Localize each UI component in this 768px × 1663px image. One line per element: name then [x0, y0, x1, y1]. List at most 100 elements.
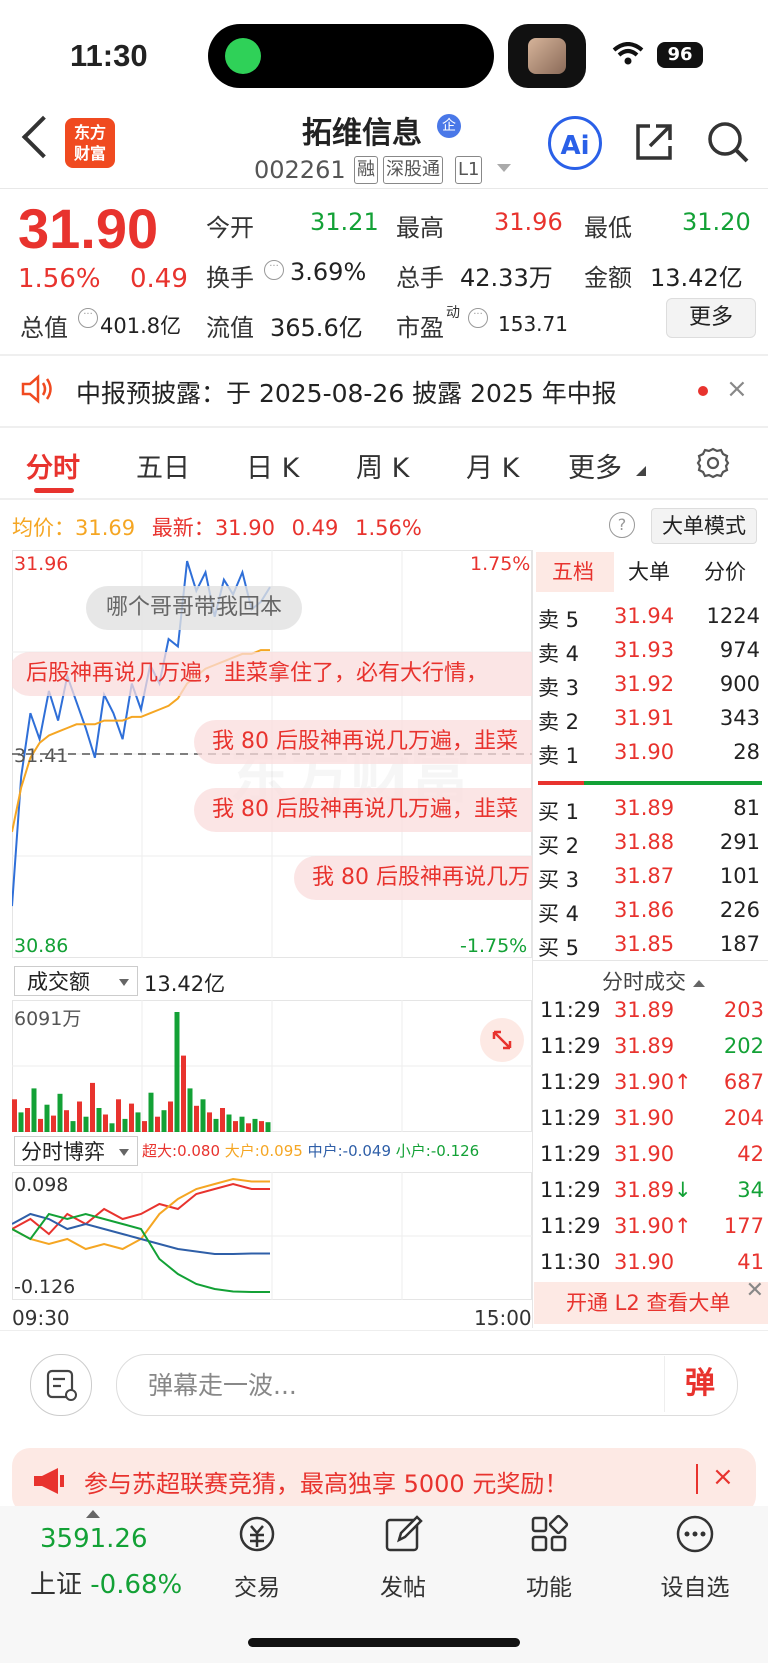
chevron-up-icon[interactable]: [86, 1510, 100, 1518]
bid-label: 买 3: [538, 868, 580, 892]
bid-volume: 101: [719, 864, 760, 888]
tick-volume: 204: [723, 1106, 764, 1130]
ask-row: 卖 1 31.90 28: [538, 740, 760, 774]
gear-icon[interactable]: [696, 446, 730, 480]
volume-bar: [265, 1122, 271, 1132]
tab-five-levels[interactable]: 五档: [552, 556, 594, 586]
tick-volume: 177: [723, 1214, 764, 1238]
wifi-icon: [612, 42, 644, 65]
volume-bar: [77, 1101, 82, 1132]
volume-bar: [148, 1092, 154, 1132]
help-icon[interactable]: ?: [609, 512, 635, 538]
close-icon[interactable]: ✕: [746, 1270, 764, 1312]
avg-label: 均价：: [12, 516, 75, 540]
game-series-line: [12, 1212, 270, 1255]
volume-bar: [181, 1055, 186, 1132]
volume-bar: [213, 1118, 219, 1132]
bid-label: 买 1: [538, 800, 580, 824]
volume-bar: [187, 1088, 193, 1132]
tag-level: L1: [455, 156, 483, 184]
legend-label: 大户:: [224, 1142, 260, 1160]
current-price: 31.90: [18, 197, 159, 260]
ask-price: 31.92: [614, 672, 675, 696]
grid-icon: [531, 1514, 569, 1552]
volume-bar: [18, 1112, 24, 1132]
nav-functions[interactable]: 功能: [494, 1514, 604, 1602]
volume-metric-select[interactable]: 成交额: [14, 966, 138, 996]
volume-bar: [220, 1108, 225, 1132]
latest-label: 最新：: [151, 516, 215, 540]
nav-post[interactable]: 发帖: [348, 1514, 458, 1602]
bid-row: 买 2 31.88 291: [538, 830, 760, 864]
notice-text[interactable]: 中报预披露：于 2025-08-26 披露 2025 年中报: [76, 374, 617, 410]
game-metric-select[interactable]: 分时博弈: [14, 1136, 138, 1166]
info-icon[interactable]: ···: [264, 260, 284, 280]
tick-time: 11:29: [540, 1178, 601, 1202]
share-icon[interactable]: [634, 122, 674, 162]
tab-monthly-k[interactable]: 月 K: [466, 446, 519, 485]
volume-bar: [174, 1012, 180, 1132]
bid-label: 买 5: [538, 936, 580, 960]
back-icon[interactable]: [21, 115, 65, 159]
tab-indicator: [34, 488, 74, 493]
ask-price: 31.93: [614, 638, 675, 662]
tab-weekly-k[interactable]: 周 K: [356, 446, 409, 485]
ask-volume: 28: [733, 740, 760, 764]
ask-row: 卖 3 31.92 900: [538, 672, 760, 706]
danmu-bubble[interactable]: 哪个哥哥带我回本: [86, 586, 303, 630]
logo-text: 东方财富: [73, 123, 106, 163]
ai-button[interactable]: Ai: [548, 116, 602, 170]
market-cap-label: 总值: [20, 314, 68, 342]
nav-trade[interactable]: 交易: [202, 1514, 312, 1602]
danmu-send-button[interactable]: 弹: [664, 1356, 735, 1412]
big-order-mode-button[interactable]: 大单模式: [651, 508, 757, 544]
legend-label: 小户:: [395, 1142, 431, 1160]
chevron-down-icon[interactable]: [497, 164, 511, 172]
index-value[interactable]: 3591.26: [40, 1524, 148, 1554]
ticks-title-text: 分时成交: [602, 970, 686, 994]
close-icon[interactable]: ×: [712, 1462, 734, 1492]
volume-value: 42.33万: [460, 264, 553, 292]
bid-volume: 81: [733, 796, 760, 820]
time-end-label: 15:00: [474, 1306, 532, 1330]
tab-intraday[interactable]: 分时: [26, 446, 80, 485]
ticks-title[interactable]: 分时成交: [602, 966, 705, 996]
panel-divider: [532, 550, 533, 1328]
index-name[interactable]: 上证 -0.68%: [30, 1564, 182, 1601]
book-balance-bar-bid: [584, 781, 762, 785]
bid-row: 买 1 31.89 81: [538, 796, 760, 830]
more-button[interactable]: 更多: [666, 298, 756, 338]
divider: [532, 960, 768, 961]
tab-five-day[interactable]: 五日: [136, 446, 190, 485]
search-icon[interactable]: [706, 120, 750, 164]
volume-bar: [83, 1116, 89, 1132]
promo-separator: [696, 1464, 698, 1494]
divider: [0, 354, 768, 356]
tick-row: 11:29 31.89 203: [540, 998, 764, 1032]
latest-change: 0.49: [291, 516, 339, 540]
nav-add-watchlist[interactable]: 设自选: [640, 1514, 750, 1602]
bid-price: 31.87: [614, 864, 675, 888]
tab-price-distribution[interactable]: 分价: [704, 556, 746, 586]
danmu-bubble[interactable]: 我 80 后股神再说几万: [294, 856, 532, 900]
danmu-bubble[interactable]: 后股神再说几万遍，韭菜拿住了，必有大行情，: [12, 652, 532, 696]
divider: [0, 1330, 768, 1331]
turnover-label: 换手: [206, 264, 254, 292]
ask-label: 卖 4: [538, 642, 580, 666]
info-icon[interactable]: ···: [468, 308, 488, 328]
info-icon[interactable]: ···: [78, 308, 98, 328]
tab-daily-k[interactable]: 日 K: [246, 446, 299, 485]
comment-list-button[interactable]: [30, 1354, 92, 1416]
megaphone-icon: [34, 1468, 64, 1494]
volume-bar: [31, 1088, 37, 1132]
danmu-bubble[interactable]: 我 80 后股神再说几万遍，韭菜: [194, 720, 532, 764]
tab-big-orders[interactable]: 大单: [628, 556, 670, 586]
volume-bar: [226, 1114, 232, 1132]
stock-name: 拓维信息: [302, 116, 422, 151]
tab-more[interactable]: 更多: [568, 446, 622, 485]
danmu-bubble[interactable]: 我 80 后股神再说几万遍，韭菜: [194, 788, 532, 832]
expand-button[interactable]: [480, 1018, 524, 1062]
l2-upgrade-banner[interactable]: 开通 L2 查看大单 ✕: [534, 1278, 768, 1324]
close-icon[interactable]: ×: [726, 374, 748, 404]
tick-time: 11:29: [540, 1070, 601, 1094]
